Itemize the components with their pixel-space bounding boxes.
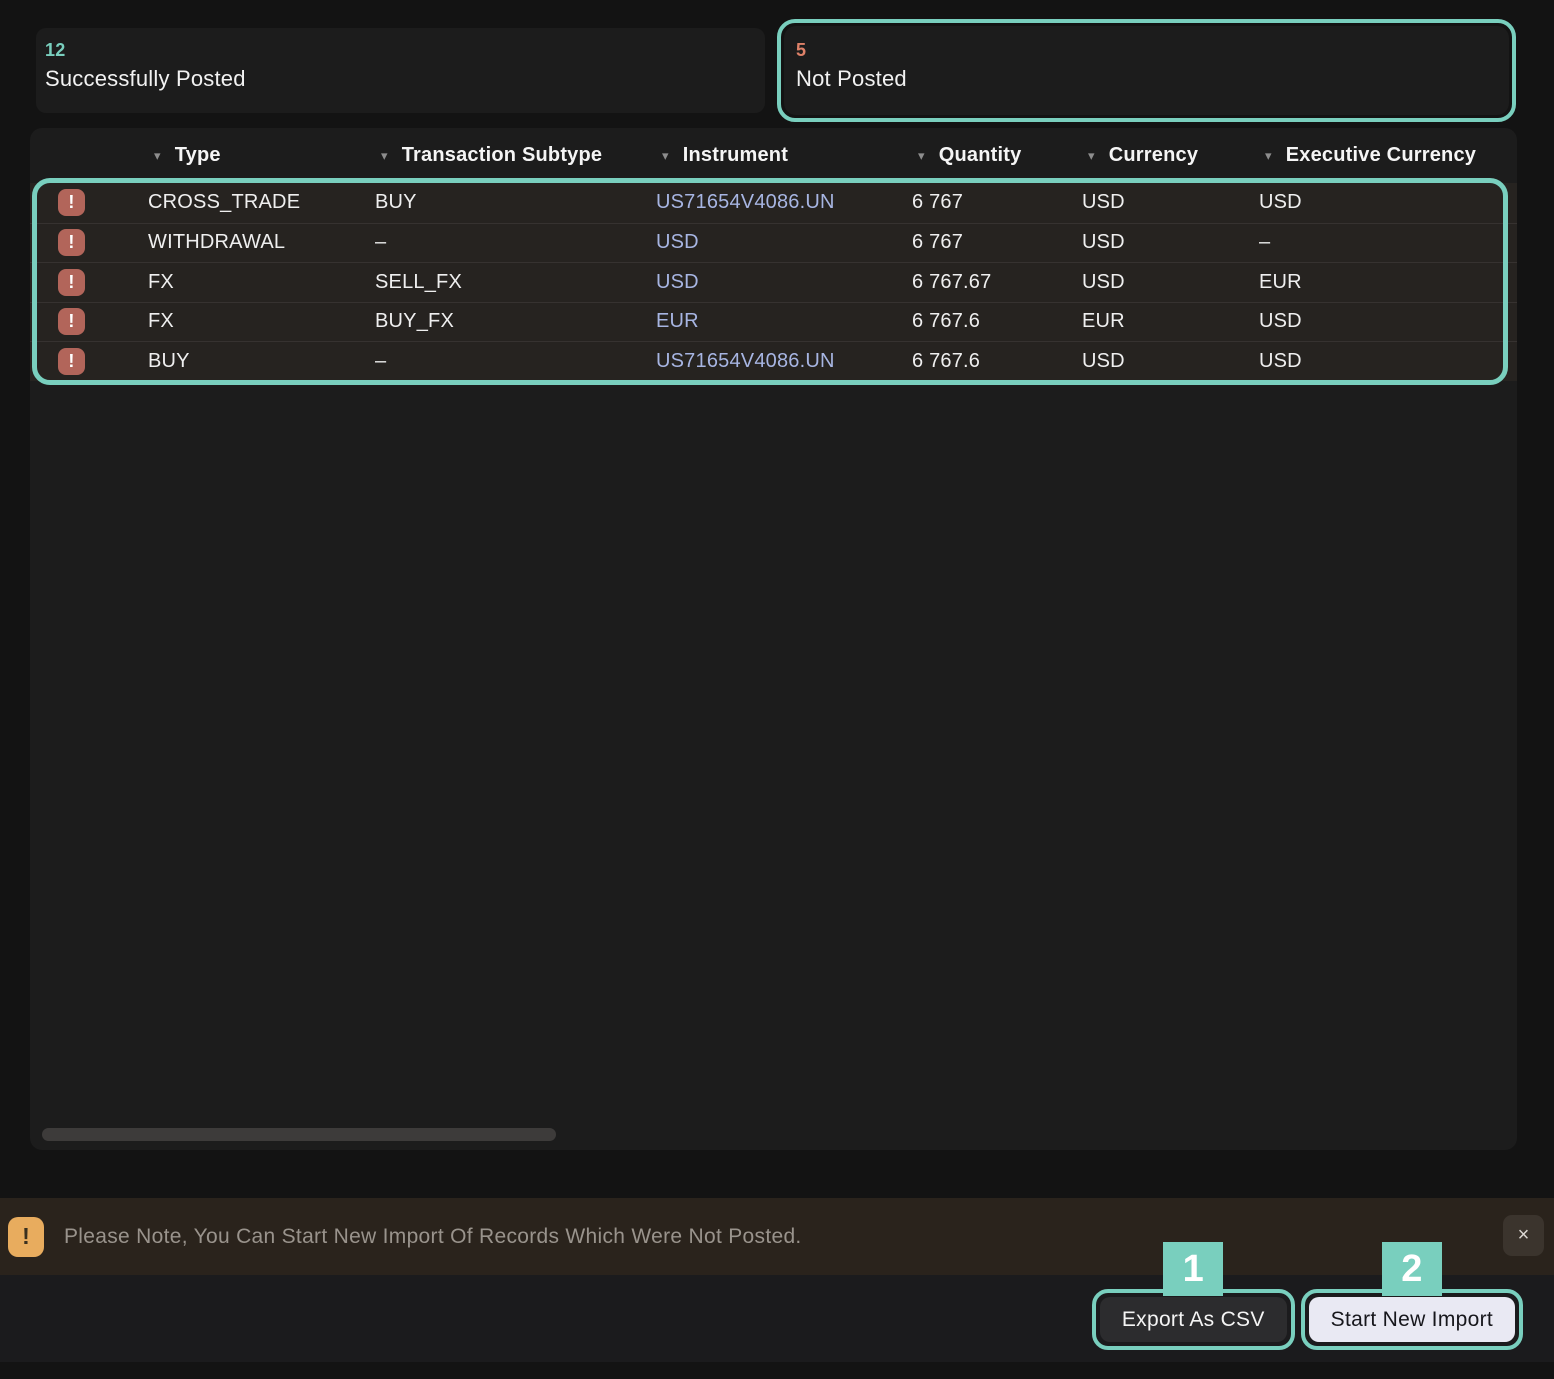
- not-posted-count: 5: [796, 41, 1499, 61]
- row-status-cell: !: [30, 229, 148, 256]
- cell-executive-currency: USD: [1259, 191, 1517, 214]
- cell-quantity: 6 767.6: [912, 350, 1082, 373]
- cell-currency: USD: [1082, 271, 1259, 294]
- export-as-csv-button[interactable]: Export As CSV: [1100, 1297, 1287, 1342]
- warning-icon: !: [8, 1217, 44, 1257]
- close-icon: ×: [1518, 1224, 1530, 1247]
- cell-executive-currency: EUR: [1259, 271, 1517, 294]
- error-icon: !: [58, 269, 85, 296]
- posted-label: Successfully Posted: [45, 66, 755, 92]
- table-row[interactable]: ! BUY – US71654V4086.UN 6 767.6 USD USD: [30, 341, 1517, 381]
- annotation-badge-1: 1: [1163, 1242, 1223, 1296]
- row-status-cell: !: [30, 348, 148, 375]
- chevron-down-icon[interactable]: ▾: [1088, 149, 1095, 162]
- cell-type: CROSS_TRADE: [148, 191, 375, 214]
- column-header[interactable]: ▾ Executive Currency: [1259, 144, 1517, 167]
- cell-type: FX: [148, 310, 375, 333]
- row-status-cell: !: [30, 269, 148, 296]
- cell-currency: USD: [1082, 191, 1259, 214]
- cell-type: BUY: [148, 350, 375, 373]
- table-row[interactable]: ! FX SELL_FX USD 6 767.67 USD EUR: [30, 262, 1517, 302]
- column-header[interactable]: ▾ Instrument: [656, 144, 912, 167]
- cell-currency: EUR: [1082, 310, 1259, 333]
- row-status-cell: !: [30, 189, 148, 216]
- chevron-down-icon[interactable]: ▾: [381, 149, 388, 162]
- cell-currency: USD: [1082, 231, 1259, 254]
- cell-transaction-subtype: BUY: [375, 191, 656, 214]
- notification-text: Please Note, You Can Start New Import Of…: [64, 1225, 802, 1249]
- error-icon: !: [58, 229, 85, 256]
- footer-actions: 1 Export As CSV 2 Start New Import: [0, 1275, 1554, 1362]
- cell-transaction-subtype: BUY_FX: [375, 310, 656, 333]
- cell-type: WITHDRAWAL: [148, 231, 375, 254]
- cell-executive-currency: USD: [1259, 350, 1517, 373]
- instrument-link[interactable]: USD: [656, 271, 912, 294]
- stats-row: 12 Successfully Posted 5 Not Posted: [0, 17, 1554, 124]
- close-notification-button[interactable]: ×: [1503, 1215, 1544, 1256]
- instrument-link[interactable]: EUR: [656, 310, 912, 333]
- stat-card-not-posted[interactable]: 5 Not Posted: [784, 26, 1509, 115]
- cell-type: FX: [148, 271, 375, 294]
- chevron-down-icon[interactable]: ▾: [918, 149, 925, 162]
- chevron-down-icon[interactable]: ▾: [1265, 149, 1272, 162]
- chevron-down-icon[interactable]: ▾: [154, 149, 161, 162]
- column-header[interactable]: ▾ Quantity: [912, 144, 1082, 167]
- stat-card-successfully-posted[interactable]: 12 Successfully Posted: [36, 28, 765, 113]
- table-header: ▾ Type ▾ Transaction Subtype ▾ Instrumen…: [30, 128, 1517, 183]
- cell-transaction-subtype: –: [375, 231, 656, 254]
- table-rows: ! CROSS_TRADE BUY US71654V4086.UN 6 767 …: [30, 183, 1517, 381]
- error-icon: !: [58, 189, 85, 216]
- cell-quantity: 6 767: [912, 191, 1082, 214]
- error-icon: !: [58, 348, 85, 375]
- export-csv-annotation-border: 1 Export As CSV: [1092, 1289, 1295, 1350]
- table-row[interactable]: ! WITHDRAWAL – USD 6 767 USD –: [30, 223, 1517, 263]
- table-row[interactable]: ! FX BUY_FX EUR 6 767.6 EUR USD: [30, 302, 1517, 342]
- notification-bar: ! Please Note, You Can Start New Import …: [0, 1198, 1554, 1275]
- not-posted-annotation-border: 5 Not Posted: [777, 19, 1516, 122]
- horizontal-scrollbar-thumb[interactable]: [42, 1128, 556, 1141]
- cell-currency: USD: [1082, 350, 1259, 373]
- annotation-badge-2: 2: [1382, 1242, 1442, 1296]
- table-row[interactable]: ! CROSS_TRADE BUY US71654V4086.UN 6 767 …: [30, 183, 1517, 223]
- cell-executive-currency: –: [1259, 231, 1517, 254]
- instrument-link[interactable]: US71654V4086.UN: [656, 350, 912, 373]
- chevron-down-icon[interactable]: ▾: [662, 149, 669, 162]
- column-header[interactable]: ▾ Type: [148, 144, 375, 167]
- cell-quantity: 6 767.67: [912, 271, 1082, 294]
- column-header[interactable]: ▾ Currency: [1082, 144, 1259, 167]
- instrument-link[interactable]: USD: [656, 231, 912, 254]
- not-posted-label: Not Posted: [796, 66, 1499, 92]
- cell-transaction-subtype: SELL_FX: [375, 271, 656, 294]
- start-new-import-annotation-border: 2 Start New Import: [1301, 1289, 1523, 1350]
- results-table: ▾ Type ▾ Transaction Subtype ▾ Instrumen…: [30, 128, 1517, 1150]
- cell-executive-currency: USD: [1259, 310, 1517, 333]
- row-status-cell: !: [30, 308, 148, 335]
- cell-quantity: 6 767.6: [912, 310, 1082, 333]
- cell-quantity: 6 767: [912, 231, 1082, 254]
- cell-transaction-subtype: –: [375, 350, 656, 373]
- posted-count: 12: [45, 41, 755, 61]
- instrument-link[interactable]: US71654V4086.UN: [656, 191, 912, 214]
- error-icon: !: [58, 308, 85, 335]
- start-new-import-button[interactable]: Start New Import: [1309, 1297, 1515, 1342]
- column-header[interactable]: ▾ Transaction Subtype: [375, 144, 656, 167]
